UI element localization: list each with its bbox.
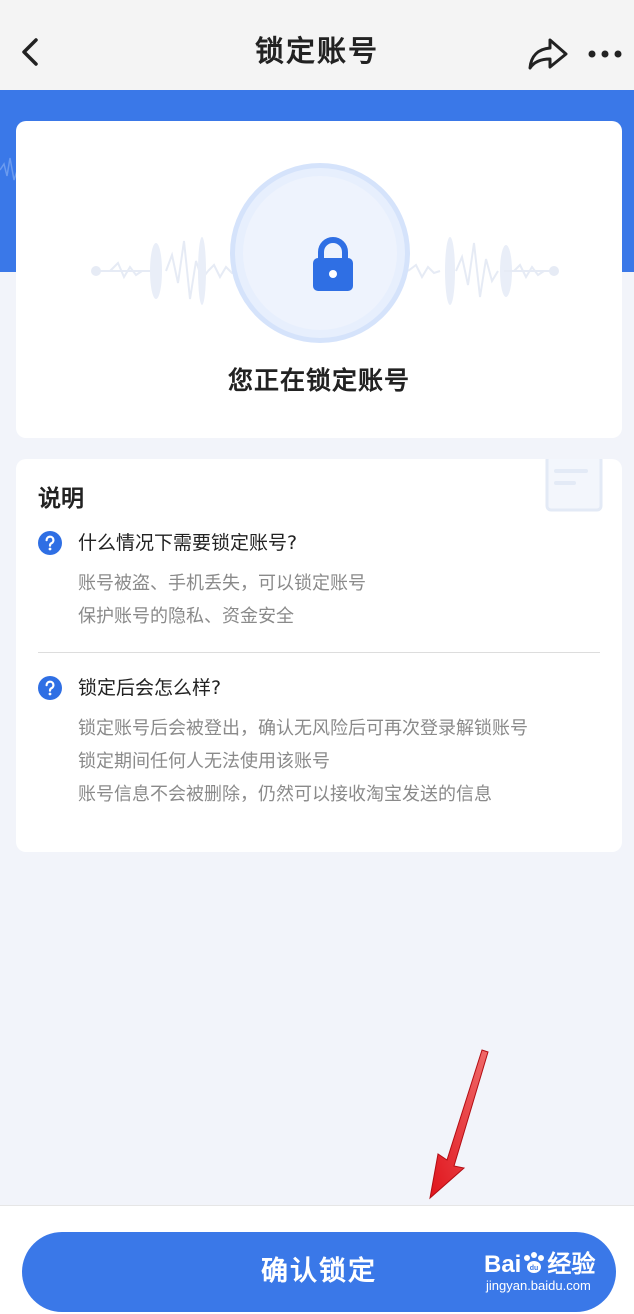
- more-icon: [588, 50, 622, 58]
- faq-item: 什么情况下需要锁定账号? 账号被盗、手机丢失，可以锁定账号 保护账号的隐私、资金…: [38, 527, 608, 633]
- faq-answer-line: 锁定期间任何人无法使用该账号: [78, 751, 330, 772]
- faq-answer-line: 保护账号的隐私、资金安全: [78, 606, 294, 627]
- faq-answer-line: 锁定账号后会被登出，确认无风险后可再次登录解锁账号: [78, 718, 528, 739]
- soundwave-decoration-right: [407, 237, 559, 305]
- faq-question: 锁定后会怎么样?: [78, 677, 222, 699]
- soundwave-decoration-left: [91, 237, 241, 305]
- lock-account-page: 锁定账号 您正在锁定账号 说明 什么情况下需要锁定账号? 账号被盗、手机丢失，可…: [0, 0, 634, 1314]
- explanation-card: 说明 什么情况下需要锁定账号? 账号被盗、手机丢失，可以锁定账号 保护账号的隐私…: [16, 459, 622, 852]
- watermark-logo-left: Bai: [484, 1251, 522, 1278]
- annotation-arrow-icon: [429, 1049, 489, 1200]
- share-button[interactable]: [526, 34, 570, 74]
- lock-badge: [230, 163, 410, 343]
- explanation-title: 说明: [38, 486, 84, 512]
- watermark-site: jingyan.baidu.com: [486, 1278, 591, 1293]
- share-icon: [528, 38, 568, 70]
- watermark-logo: Bai du 经验 jingyan.baidu.com: [484, 1244, 614, 1304]
- svg-text:du: du: [530, 1265, 539, 1272]
- divider: [38, 652, 600, 653]
- question-icon: [38, 531, 62, 555]
- lock-icon: [313, 237, 353, 291]
- lock-status-text: 您正在锁定账号: [227, 366, 410, 395]
- lock-status-card: 您正在锁定账号: [16, 121, 622, 438]
- paw-icon: du: [524, 1252, 545, 1273]
- document-icon: [545, 459, 603, 512]
- watermark-logo-right: 经验: [547, 1251, 596, 1278]
- faq-answer-line: 账号被盗、手机丢失，可以锁定账号: [78, 573, 366, 594]
- more-button[interactable]: [584, 40, 628, 68]
- navigation-bar: 锁定账号: [0, 0, 634, 90]
- faq-question: 什么情况下需要锁定账号?: [78, 532, 298, 554]
- faq-answer-line: 账号信息不会被删除，仍然可以接收淘宝发送的信息: [78, 784, 492, 805]
- faq-item: 锁定后会怎么样? 锁定账号后会被登出，确认无风险后可再次登录解锁账号 锁定期间任…: [38, 672, 608, 811]
- question-icon: [38, 676, 62, 700]
